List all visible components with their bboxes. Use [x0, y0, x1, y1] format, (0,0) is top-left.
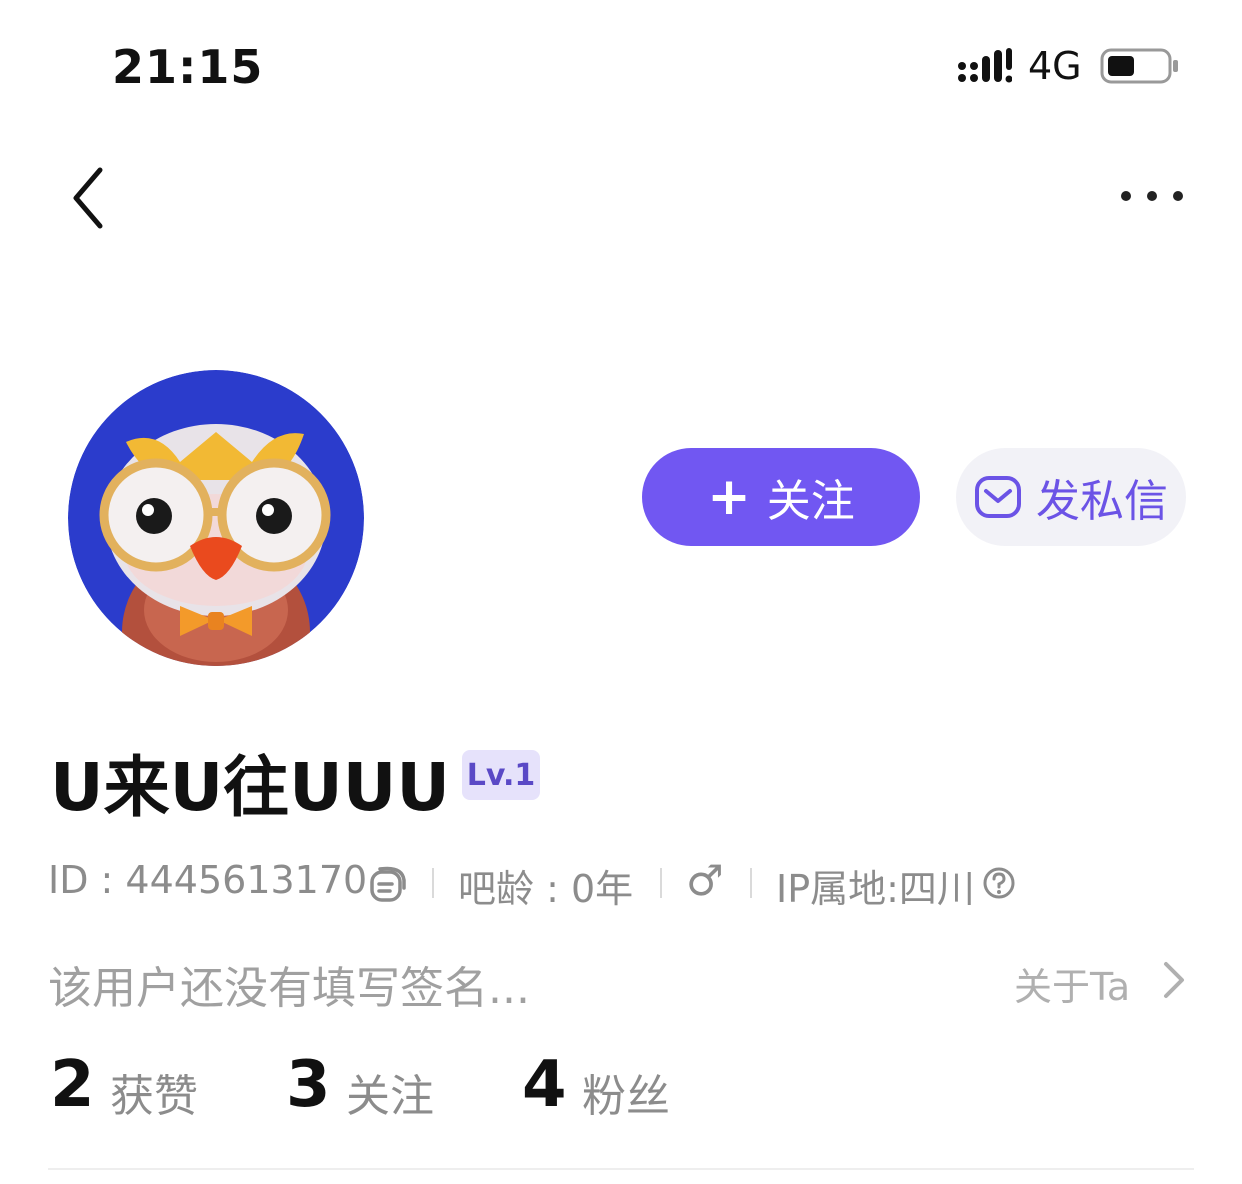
message-label: 发私信 [1036, 476, 1168, 527]
ip-location: IP属地:四川 [776, 867, 975, 911]
divider [750, 868, 752, 898]
user-id: ID : 4445613170 [48, 858, 368, 902]
account-age: 吧龄 : 0年 [458, 867, 634, 911]
status-time: 21:15 [112, 40, 264, 94]
followers-label[interactable]: 粉丝 [582, 1060, 670, 1124]
copy-icon[interactable] [368, 864, 408, 904]
signal-icon [958, 48, 1012, 83]
following-label[interactable]: 关注 [346, 1060, 434, 1124]
message-button[interactable]: 发私信 [956, 448, 1186, 546]
following-count[interactable]: 3 [286, 1048, 331, 1122]
divider [432, 868, 434, 898]
mail-icon [975, 476, 1021, 518]
section-divider [48, 1168, 1194, 1170]
divider [660, 868, 662, 898]
followers-count[interactable]: 4 [522, 1048, 567, 1122]
owl-mascot-icon [68, 370, 364, 666]
signature: 该用户还没有填写签名... [48, 963, 530, 1014]
follow-button[interactable]: + 关注 [642, 448, 920, 546]
likes-label[interactable]: 获赞 [110, 1060, 198, 1124]
chevron-right-icon[interactable] [1158, 958, 1188, 1002]
username: U来U往UUU [50, 749, 450, 826]
back-chevron-icon[interactable] [62, 160, 118, 236]
more-dots-icon[interactable] [1112, 180, 1192, 212]
help-circle-icon[interactable] [982, 866, 1016, 900]
level-badge: Lv.1 [462, 750, 540, 800]
network-type: 4G [1028, 44, 1082, 88]
about-link[interactable]: 关于Ta [1014, 956, 1130, 1011]
battery-icon [1100, 48, 1178, 84]
plus-icon: + [707, 467, 751, 527]
male-icon: ♂ [686, 856, 724, 905]
avatar[interactable] [68, 370, 364, 666]
follow-label: 关注 [766, 476, 855, 527]
likes-count[interactable]: 2 [50, 1048, 95, 1122]
